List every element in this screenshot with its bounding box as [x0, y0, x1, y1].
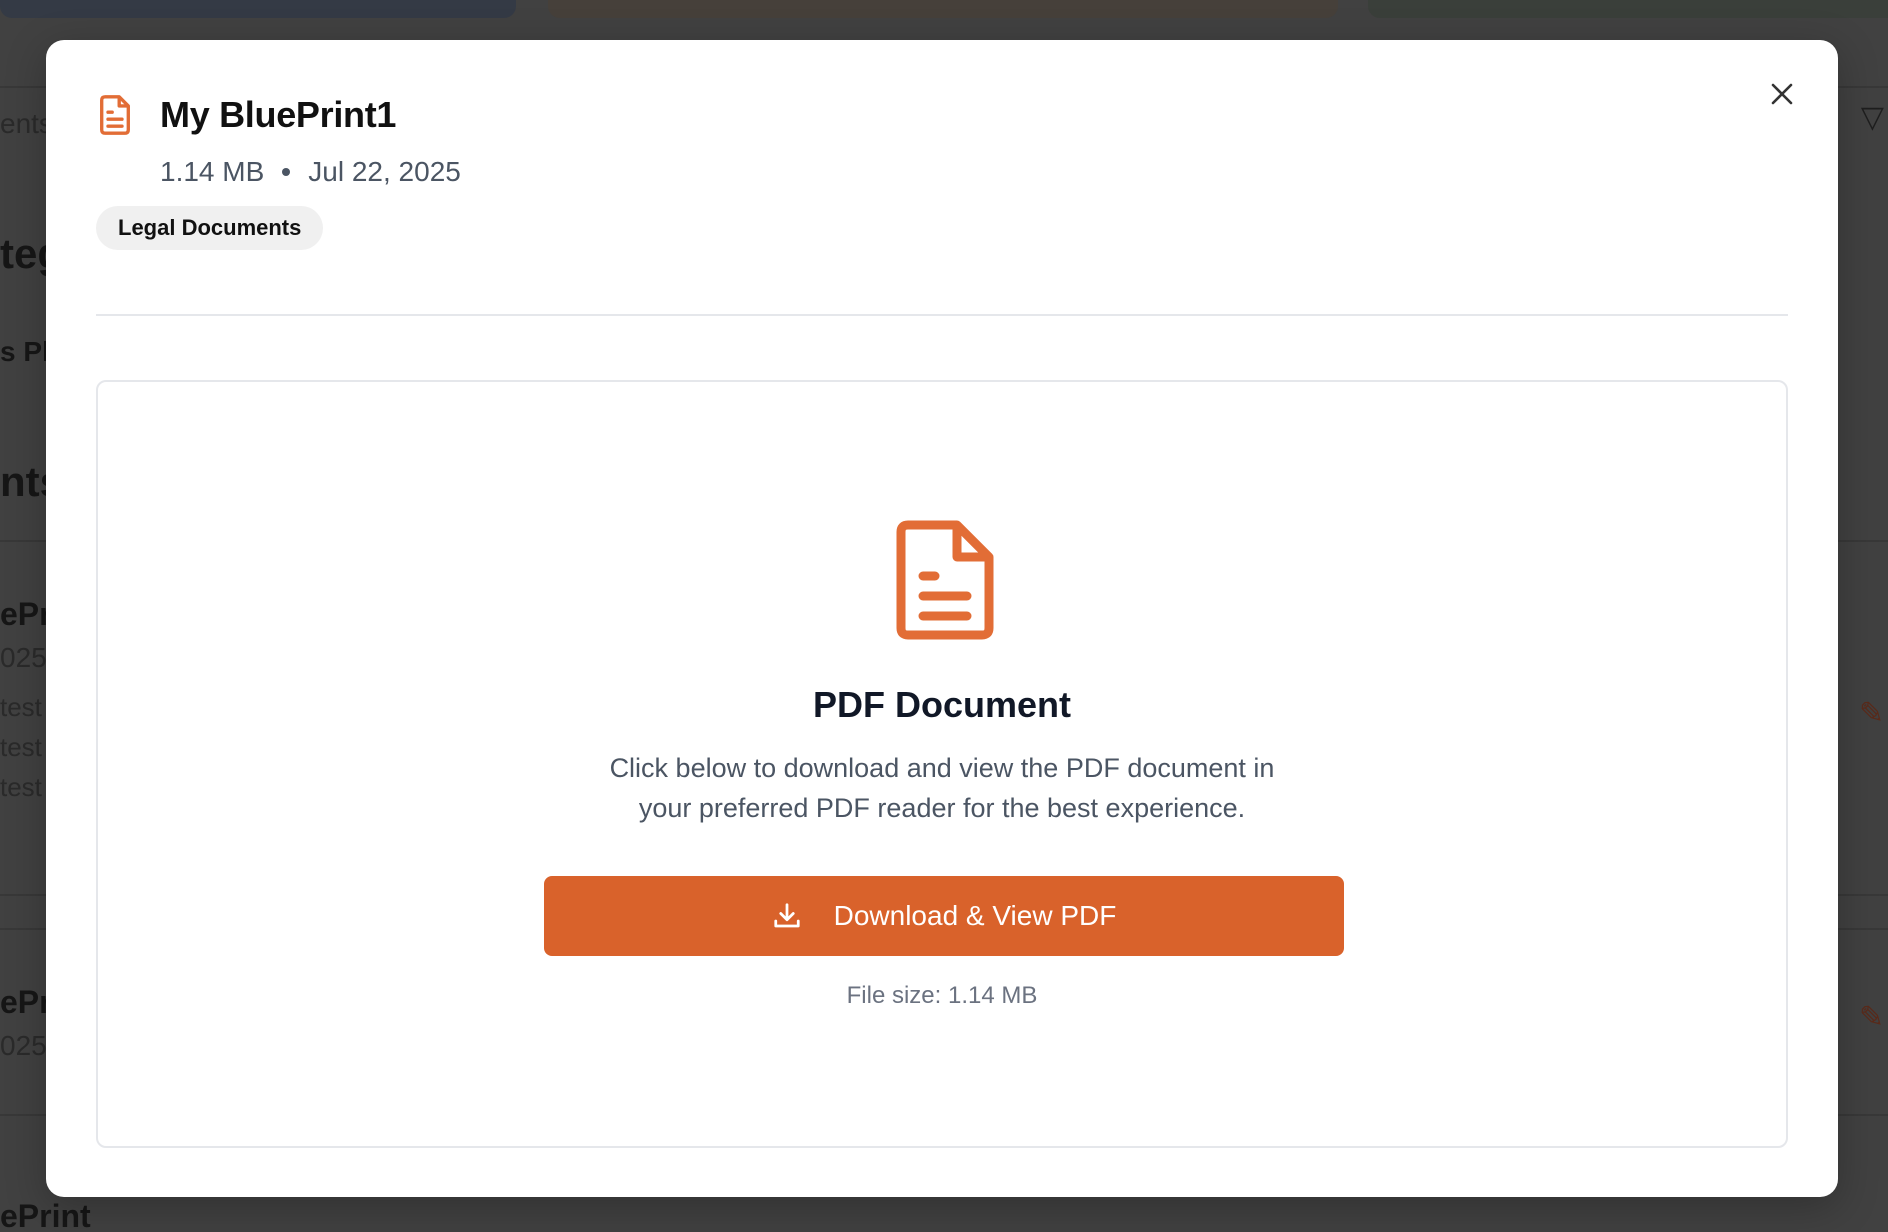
file-text-icon	[100, 95, 130, 135]
download-view-pdf-button[interactable]: Download & View PDF	[544, 876, 1344, 956]
pdf-heading: PDF Document	[812, 684, 1071, 725]
background-text: ents	[0, 108, 53, 139]
file-size-meta: 1.14 MB	[160, 156, 265, 187]
close-icon	[1771, 83, 1793, 105]
pdf-file-icon	[896, 520, 994, 640]
background-card	[548, 0, 1338, 18]
header-divider	[96, 314, 1788, 316]
pdf-description-line: Click below to download and view the PDF…	[609, 753, 1275, 783]
edit-icon: ✎	[1858, 1001, 1884, 1034]
background-text: ePr	[0, 984, 52, 1020]
background-text: test	[0, 732, 42, 762]
upload-date: Jul 22, 2025	[308, 156, 461, 187]
document-title: My BluePrint1	[160, 94, 397, 135]
category-tag: Legal Documents	[96, 206, 324, 250]
document-meta: 1.14 MB Jul 22, 2025	[160, 156, 461, 188]
background-card	[1368, 0, 1888, 18]
close-button[interactable]	[1764, 76, 1800, 112]
background-text: 025	[0, 1030, 47, 1061]
document-preview-modal: My BluePrint1 1.14 MB Jul 22, 2025 Legal…	[46, 40, 1838, 1197]
pdf-description: Click below to download and view the PDF…	[98, 748, 1786, 828]
background-text: ePrint	[0, 1198, 91, 1232]
separator-dot	[282, 168, 291, 176]
edit-icon: ✎	[1858, 697, 1884, 730]
background-text: s Pl	[0, 336, 50, 367]
background-text: test	[0, 692, 42, 722]
background-card	[0, 0, 516, 18]
filter-icon: ▽	[1860, 101, 1884, 134]
background-text: 025	[0, 642, 47, 673]
pdf-description-line: your preferred PDF reader for the best e…	[638, 793, 1246, 823]
download-icon	[774, 903, 800, 928]
pdf-viewer-panel: PDF Document Click below to download and…	[96, 380, 1788, 1148]
download-button-label: Download & View PDF	[833, 900, 1117, 931]
background-text: ePr	[0, 596, 52, 632]
file-size-label: File size: 1.14 MB	[846, 982, 1038, 1009]
background-text: test	[0, 772, 42, 802]
